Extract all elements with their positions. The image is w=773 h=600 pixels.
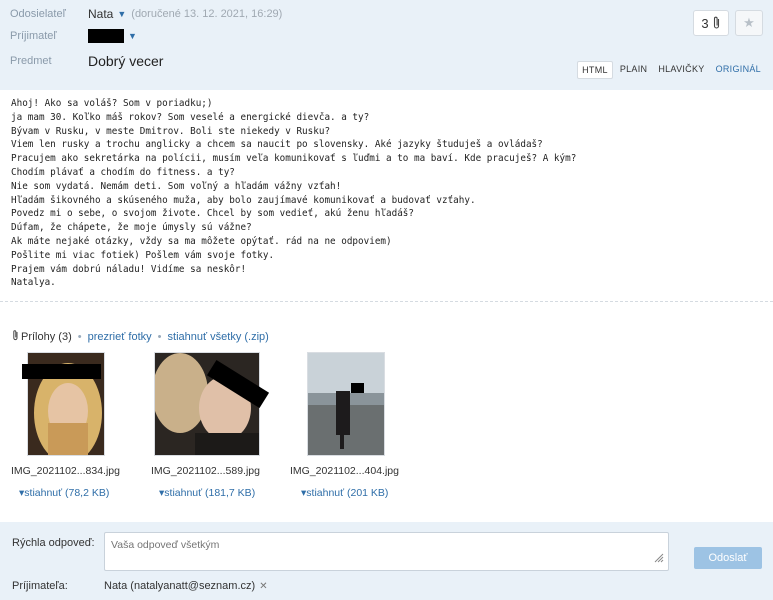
tab-original[interactable]: ORIGINÁL — [712, 61, 765, 79]
view-photos-link[interactable]: prezrieť fotky — [88, 331, 152, 343]
attachments-label: Prílohy (3) — [21, 331, 72, 343]
view-tabs: HTML PLAIN HLAVIČKY ORIGINÁL — [577, 61, 765, 79]
photo-image — [308, 353, 384, 455]
body-divider — [0, 301, 773, 302]
download-link[interactable]: ▾stiahnuť (201 KB) — [301, 487, 388, 499]
recipient-address: Nata (natalyanatt@seznam.cz) — [104, 580, 256, 592]
recipient-label: Príjimateľ — [10, 30, 57, 42]
separator-dot: • — [77, 331, 82, 343]
quick-reply-label: Rýchla odpoveď: — [12, 537, 95, 549]
star-icon: ★ — [743, 15, 755, 30]
remove-recipient-icon[interactable]: ✕ — [259, 581, 267, 592]
attachment-filename: IMG_2021102...589.jpg — [151, 465, 260, 477]
attachment-filename: IMG_2021102...834.jpg — [11, 465, 120, 477]
sender-row: Odosielateľ Nata ▼ (doručené 13. 12. 202… — [10, 7, 282, 21]
send-button[interactable]: Odoslať — [694, 547, 762, 569]
subject-label: Predmet — [10, 55, 52, 67]
redaction-bar — [351, 383, 364, 393]
subject-row: Predmet Dobrý vecer — [10, 53, 163, 69]
paperclip-icon — [713, 16, 719, 29]
download-all-link[interactable]: stiahnuť všetky (.zip) — [168, 331, 269, 343]
paperclip-icon — [12, 330, 19, 344]
reply-input[interactable] — [104, 532, 669, 571]
attachment-thumbnail[interactable] — [154, 352, 260, 456]
delivered-timestamp: (doručené 13. 12. 2021, 16:29) — [131, 8, 283, 20]
recipient-row: Príjimateľ ▼ — [10, 29, 137, 43]
attachment-thumbnail[interactable] — [307, 352, 385, 456]
redaction-bar — [22, 364, 101, 379]
sender-label: Odosielateľ — [10, 8, 66, 20]
subject-text: Dobrý vecer — [88, 53, 164, 69]
tab-html[interactable]: HTML — [577, 61, 613, 79]
download-link[interactable]: ▾stiahnuť (78,2 KB) — [19, 487, 109, 499]
redacted-recipient — [88, 29, 124, 43]
message-body: Ahoj! Ako sa voláš? Som v poriadku;) ja … — [11, 98, 577, 289]
photo-image — [155, 353, 259, 455]
recipients-label: Príjimateľa: — [12, 580, 68, 592]
reply-recipient: Nata (natalyanatt@seznam.cz) ✕ — [104, 580, 268, 592]
star-button[interactable]: ★ — [735, 10, 763, 36]
attachment-count-button[interactable]: 3 — [693, 10, 729, 36]
tab-headers[interactable]: HLAVIČKY — [654, 61, 708, 79]
sender-dropdown-icon[interactable]: ▼ — [117, 9, 126, 19]
sender-name[interactable]: Nata — [88, 7, 113, 21]
recipient-dropdown-icon[interactable]: ▼ — [128, 31, 137, 41]
attachments-bar: Prílohy (3) • prezrieť fotky • stiahnuť … — [12, 330, 269, 344]
resize-handle-icon[interactable] — [652, 551, 664, 563]
separator-dot: • — [157, 331, 162, 343]
attachment-filename: IMG_2021102...404.jpg — [290, 465, 399, 477]
tab-plain[interactable]: PLAIN — [616, 61, 652, 79]
download-link[interactable]: ▾stiahnuť (181,7 KB) — [159, 487, 255, 499]
attachment-count: 3 — [701, 15, 709, 31]
